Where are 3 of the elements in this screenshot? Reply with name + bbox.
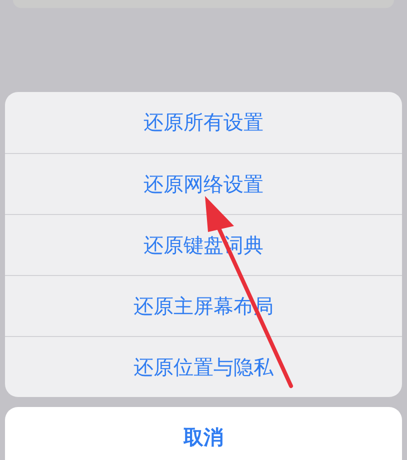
menu-item[interactable]: 还原位置与隐私 — [5, 336, 402, 397]
menu-item[interactable]: 还原所有设置 — [5, 92, 402, 153]
cancel-button[interactable]: 取消 — [5, 407, 402, 460]
